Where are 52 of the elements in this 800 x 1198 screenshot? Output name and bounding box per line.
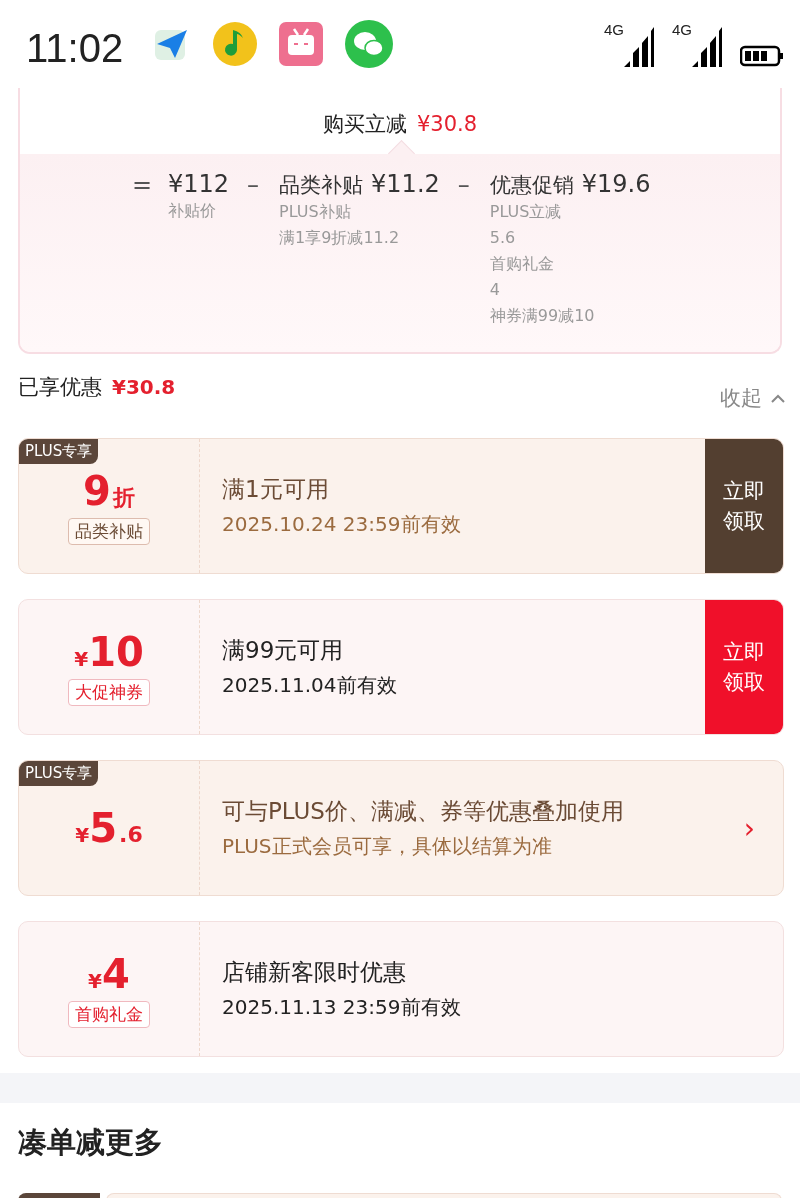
- signal-icon[interactable]: [690, 25, 722, 67]
- claim-button[interactable]: 立即领取: [705, 439, 783, 573]
- breakdown-title: 品类补贴: [279, 172, 364, 199]
- coupon-value: ¥4: [88, 950, 130, 997]
- coupon-validity: PLUS正式会员可享，具体以结算为准: [222, 833, 553, 860]
- breakdown-detail: 4: [489, 279, 501, 301]
- network-type-label: 4G: [604, 21, 624, 38]
- coupon-value: ¥10: [74, 628, 144, 675]
- breakdown-detail: PLUS立减: [489, 201, 563, 223]
- coupon-value: ¥5.6: [75, 805, 143, 851]
- breakdown-title: 优惠促销: [489, 172, 574, 199]
- section-title: 凑单减更多: [18, 1124, 164, 1161]
- coupon-tag: 品类补贴: [68, 517, 150, 545]
- collapse-button[interactable]: 收起: [720, 384, 786, 412]
- savings-label: 已享优惠: [18, 374, 102, 401]
- coupon-validity: 2025.11.13 23:59前有效: [222, 994, 462, 1021]
- coupon-tag: 大促神券: [68, 678, 150, 706]
- signal-icon[interactable]: [622, 25, 654, 67]
- breakdown-detail: 补贴价: [168, 200, 217, 222]
- operator-sign: =: [132, 170, 152, 200]
- coupon-condition: 满1元可用: [222, 475, 330, 504]
- breakdown-detail: 神券满99减10: [489, 305, 596, 327]
- breakdown-amount: ¥19.6: [581, 170, 651, 198]
- claim-button[interactable]: 立即领取: [705, 600, 783, 734]
- plus-badge: PLUS专享: [19, 439, 99, 464]
- network-type-label: 4G: [672, 21, 692, 38]
- discount-amount: ¥30.8: [416, 112, 478, 136]
- operator-sign: –: [246, 170, 261, 200]
- breakdown-detail: 首购礼金: [489, 253, 555, 275]
- breakdown-amount: ¥112: [168, 170, 230, 198]
- coupon-condition: 店铺新客限时优惠: [222, 958, 407, 987]
- coupon-value: 9折: [83, 467, 135, 514]
- coupon-validity: 2025.10.24 23:59前有效: [222, 511, 462, 538]
- coupon-tag: 首购礼金: [68, 1000, 150, 1028]
- coupon-condition: 满99元可用: [222, 636, 345, 665]
- coupon-validity: 2025.11.04前有效: [222, 672, 398, 699]
- battery-icon[interactable]: [740, 45, 784, 67]
- chevron-link[interactable]: ›: [743, 811, 755, 845]
- chat-bubbles-icon[interactable]: [345, 20, 394, 68]
- clock-time: 11:02: [26, 25, 124, 71]
- chevron-icon[interactable]: [770, 393, 786, 403]
- coupon-condition: 可与PLUS价、满减、券等优惠叠加使用: [222, 797, 625, 826]
- discount-label: 购买立减: [322, 111, 407, 138]
- tv-icon[interactable]: [279, 22, 324, 66]
- breakdown-detail: 5.6: [489, 227, 517, 249]
- savings-amount: ¥30.8: [112, 375, 176, 399]
- operator-sign: –: [456, 170, 471, 200]
- music-note-icon[interactable]: [213, 22, 258, 66]
- plus-badge: PLUS专享: [19, 761, 99, 786]
- breakdown-detail: PLUS补贴: [279, 201, 352, 223]
- breakdown-detail: 满1享9折减11.2: [279, 227, 401, 249]
- breakdown-amount: ¥11.2: [371, 170, 440, 198]
